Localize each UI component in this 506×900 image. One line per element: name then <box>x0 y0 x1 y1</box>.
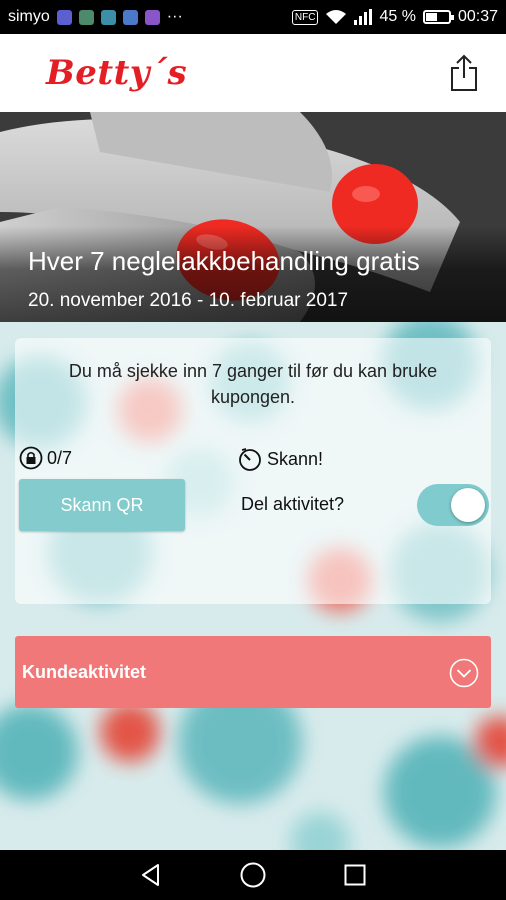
coupon-title: Hver 7 neglelakkbehandling gratis <box>28 246 420 276</box>
toggle-knob <box>451 488 485 522</box>
scan-status-text: Skann! <box>267 448 324 469</box>
status-bar: simyo ··· NFC 45 % 00:37 <box>0 0 506 34</box>
hero-banner: Hver 7 neglelakkbehandling gratis 20. no… <box>0 112 506 322</box>
clock: 00:37 <box>457 8 498 25</box>
chat-icon <box>144 9 160 25</box>
share-button[interactable] <box>444 52 484 94</box>
scan-qr-button[interactable]: Skann QR <box>19 479 185 531</box>
notification-icon <box>56 9 72 25</box>
timer-icon <box>239 448 261 471</box>
counter-value: 0/7 <box>47 447 73 468</box>
app-icon <box>122 9 138 25</box>
brand-logo: Betty´s <box>46 53 188 93</box>
more-notifications-icon: ··· <box>166 8 183 25</box>
share-activity-label: Del aktivitet? <box>241 494 345 514</box>
home-icon <box>240 862 266 888</box>
shield-icon <box>100 9 116 25</box>
navigation-bar <box>0 850 506 900</box>
battery-icon <box>422 10 454 24</box>
coupon-validity-dates: 20. november 2016 - 10. februar 2017 <box>28 290 349 311</box>
recents-icon <box>344 864 366 886</box>
nfc-icon: NFC <box>291 9 319 25</box>
wifi-icon <box>326 10 347 24</box>
customer-activity-header[interactable]: Kundeaktivitet <box>15 636 491 708</box>
carrier-name: simyo <box>8 8 50 25</box>
lock-icon <box>19 446 43 470</box>
back-button[interactable] <box>131 855 171 895</box>
checkin-counter: 0/7 <box>19 446 72 470</box>
battery-percent: 45 % <box>379 8 416 25</box>
coupon-card: Du må sjekke inn 7 ganger til før du kan… <box>15 338 491 604</box>
checkin-instruction: Du må sjekke inn 7 ganger til før du kan… <box>68 361 438 407</box>
share-activity-toggle[interactable] <box>417 484 489 526</box>
chevron-down-icon[interactable] <box>449 658 479 688</box>
gallery-icon <box>78 9 94 25</box>
recents-button[interactable] <box>335 855 375 895</box>
share-icon <box>451 54 477 91</box>
home-button[interactable] <box>233 855 273 895</box>
back-icon <box>142 864 159 886</box>
signal-icon <box>354 9 373 25</box>
customer-activity-label: Kundeaktivitet <box>22 661 147 682</box>
scan-status: Skann! <box>237 446 323 472</box>
app-bar: Betty´s <box>0 34 506 112</box>
